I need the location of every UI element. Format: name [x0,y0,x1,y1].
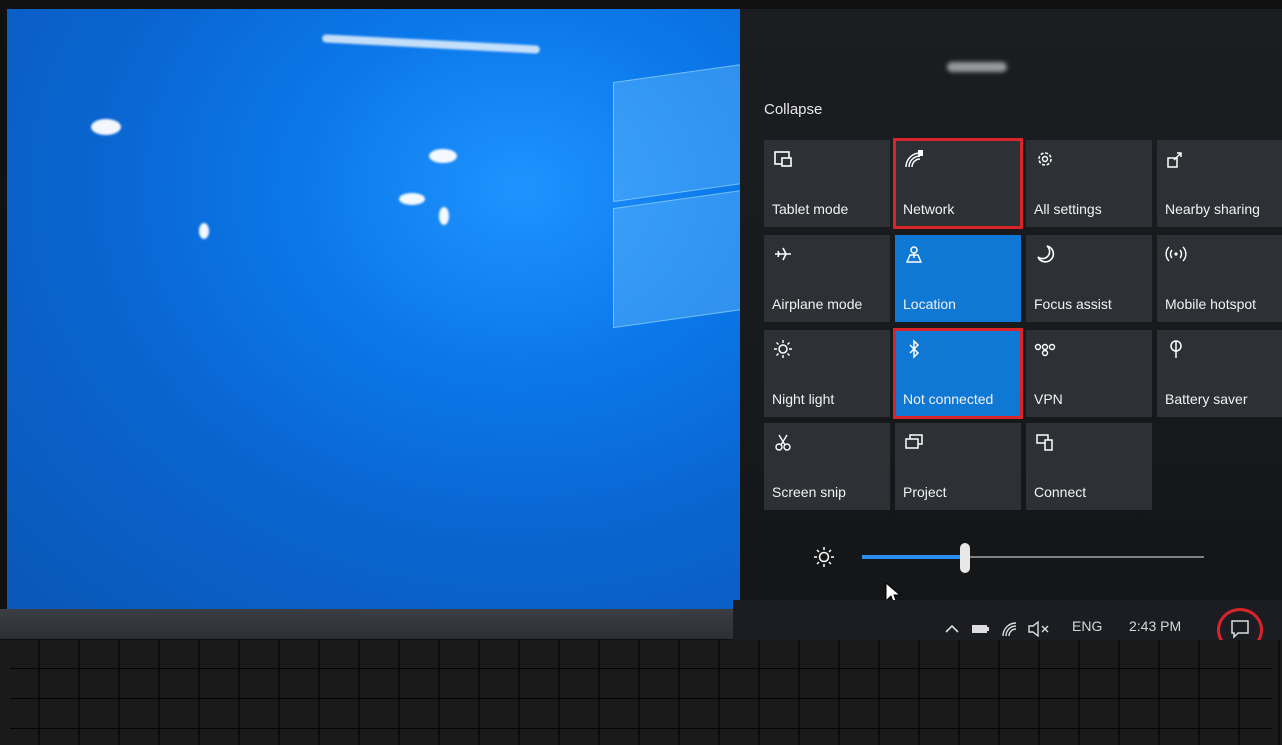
tile-label: Screen snip [772,484,846,500]
tile-label: Mobile hotspot [1165,296,1257,312]
connect-icon [1034,431,1056,453]
desktop-wallpaper [7,9,743,609]
screen-glare [429,149,457,163]
vpn-icon [1034,338,1056,360]
tile-label: Focus assist [1034,296,1112,312]
moon-icon [1034,243,1056,265]
windows-logo [613,53,753,329]
tile-vpn[interactable]: VPN [1026,330,1152,417]
language-indicator[interactable]: ENG [1072,618,1102,634]
laptop-keyboard [0,640,1282,745]
screen-glare [321,34,541,54]
brightness-icon [812,545,836,569]
tile-label: Project [903,484,947,500]
wifi-icon[interactable] [1001,620,1021,638]
tile-label: All settings [1034,201,1102,217]
tile-label: Network [903,201,955,217]
nearby-sharing-icon [1165,148,1187,170]
screen-glare [199,223,209,239]
tile-tablet-mode[interactable]: Tablet mode [764,140,890,227]
tile-night-light[interactable]: Night light [764,330,890,417]
screen-glare [91,119,121,135]
screen-glare [399,193,425,205]
chevron-up-icon[interactable] [945,620,959,638]
tile-bluetooth[interactable]: Not connected [893,328,1023,419]
volume-muted-icon[interactable] [1027,620,1051,638]
location-icon [903,243,925,265]
project-icon [903,431,925,453]
tile-project[interactable]: Project [895,423,1021,510]
laptop-screen: Collapse Tablet mode Network All setting… [7,9,1282,609]
laptop-bezel [0,609,733,639]
tile-label: Not connected [903,391,994,407]
tile-label: Night light [772,391,835,407]
tile-label: Tablet mode [772,201,849,217]
slider-thumb[interactable] [959,543,970,573]
tile-location[interactable]: Location [895,235,1021,322]
tile-label: Airplane mode [772,296,863,312]
battery-saver-icon [1165,338,1187,360]
bluetooth-icon [903,338,925,360]
tablet-mode-icon [772,148,794,170]
tile-label: Connect [1034,484,1087,500]
tile-connect[interactable]: Connect [1026,423,1152,510]
tile-label: Location [903,296,956,312]
hotspot-icon [1165,243,1187,265]
tile-nearby-sharing[interactable]: Nearby sharing [1157,140,1282,227]
brightness-slider[interactable] [800,539,1220,575]
network-icon [903,148,925,170]
action-center-panel: Collapse Tablet mode Network All setting… [740,9,1282,609]
night-light-icon [772,338,794,360]
airplane-icon [772,243,794,265]
tile-focus-assist[interactable]: Focus assist [1026,235,1152,322]
tile-label: Battery saver [1165,391,1248,407]
tile-label: Nearby sharing [1165,201,1260,217]
tile-label: VPN [1034,391,1063,407]
tile-network[interactable]: Network [893,138,1023,229]
collapse-link[interactable]: Collapse [764,101,822,118]
gear-icon [1034,148,1056,170]
tile-mobile-hotspot[interactable]: Mobile hotspot [1157,235,1282,322]
screen-glare [439,207,449,225]
slider-fill [862,555,965,559]
screen-snip-icon [772,431,794,453]
battery-icon[interactable] [971,620,991,638]
tile-battery-saver[interactable]: Battery saver [1157,330,1282,417]
tile-screen-snip[interactable]: Screen snip [764,423,890,510]
tile-airplane-mode[interactable]: Airplane mode [764,235,890,322]
clock[interactable]: 2:43 PM [1129,618,1181,634]
tile-all-settings[interactable]: All settings [1026,140,1152,227]
photo-frame: Collapse Tablet mode Network All setting… [0,0,1282,745]
